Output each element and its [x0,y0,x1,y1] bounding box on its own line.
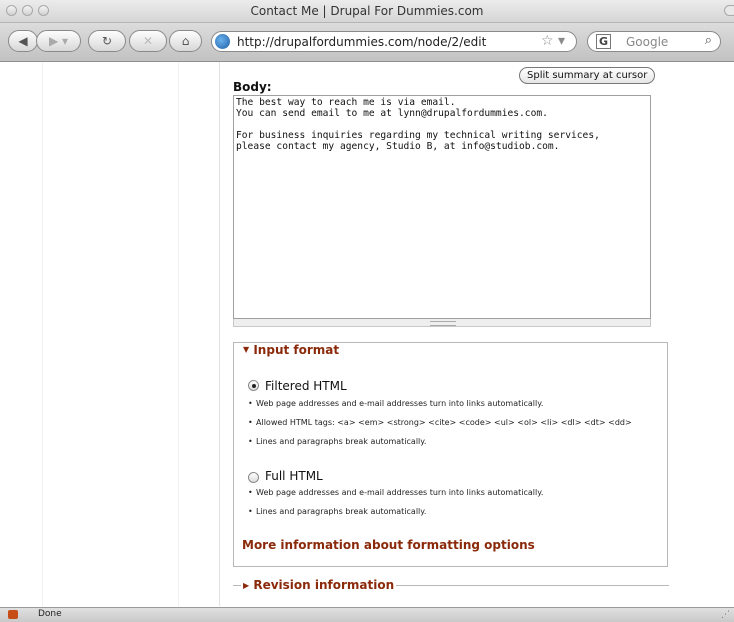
stop-icon: ✕ [142,34,154,48]
search-input[interactable]: Google [626,35,668,49]
split-summary-button[interactable]: Split summary at cursor [519,67,656,84]
back-button[interactable]: ◀ [8,30,38,52]
status-text: Done [38,609,62,619]
collapse-arrow-icon: ▼ [243,345,250,354]
reload-icon: ↻ [101,34,113,48]
address-input[interactable]: http://drupalfordummies.com/node/2/edit [237,35,486,49]
expand-arrow-icon: ▶ [243,581,250,590]
resize-grip-icon[interactable]: ⋰ [721,610,730,620]
body-label: Body: [233,80,272,94]
radio-full-html[interactable] [248,472,259,483]
stop-button[interactable]: ✕ [129,30,167,52]
reload-button[interactable]: ↻ [88,30,126,52]
formatting-options-link[interactable]: More information about formatting option… [242,538,535,552]
input-format-legend[interactable]: ▼ Input format [241,343,342,357]
status-activity-icon [8,610,18,619]
site-favicon-icon [215,34,230,49]
tip-item: Allowed HTML tags: <a> <em> <strong> <ci… [248,418,632,427]
body-textarea[interactable]: The best way to reach me is via email. Y… [233,95,651,319]
option-label-full-html[interactable]: Full HTML [265,469,323,483]
tip-item: Lines and paragraphs break automatically… [248,437,426,446]
revision-legend[interactable]: ▶ Revision information [241,578,397,592]
input-format-fieldset [233,342,668,567]
window-title: Contact Me | Drupal For Dummies.com [250,4,484,18]
back-arrow-icon: ◀ [18,34,28,48]
page-viewport: Split summary at cursor Body: The best w… [0,62,734,606]
browser-toolbar: ◀ ▶ ▾ ↻ ✕ ⌂ http://drupalfordummies.com/… [0,23,734,62]
toolbar-toggle-button[interactable] [724,5,734,16]
magnifier-icon[interactable]: ⌕ [705,33,712,48]
home-icon: ⌂ [181,34,190,48]
radio-filtered-html[interactable] [248,380,259,391]
tip-item: Web page addresses and e-mail addresses … [248,399,543,408]
forward-button[interactable]: ▶ ▾ [36,30,81,52]
left-sidebar [0,62,220,606]
tip-item: Lines and paragraphs break automatically… [248,507,426,516]
search-box[interactable]: G Google ⌕ [587,31,721,52]
bookmark-star-icon[interactable]: ☆ ▾ [541,33,565,49]
input-format-legend-label: Input format [253,343,340,357]
option-label-filtered-html[interactable]: Filtered HTML [265,379,347,393]
home-button[interactable]: ⌂ [169,30,202,52]
textarea-resize-handle[interactable] [233,319,651,327]
status-bar: Done ⋰ [0,607,734,622]
address-bar[interactable]: http://drupalfordummies.com/node/2/edit … [211,31,577,52]
tip-item: Web page addresses and e-mail addresses … [248,488,543,497]
google-engine-icon[interactable]: G [596,34,611,49]
revision-legend-label: Revision information [253,578,395,592]
window-titlebar: Contact Me | Drupal For Dummies.com [0,0,734,23]
forward-arrow-icon: ▶ ▾ [48,34,69,48]
